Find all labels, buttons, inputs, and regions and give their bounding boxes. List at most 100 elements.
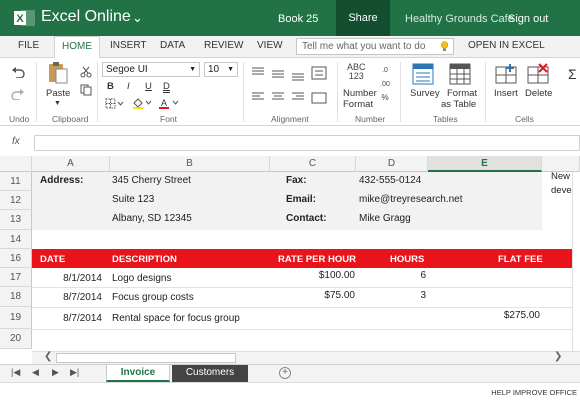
row-header-18[interactable]: 18 <box>0 287 32 307</box>
double-underline-button[interactable]: D <box>163 81 170 92</box>
format-as-table-icon[interactable] <box>449 63 471 85</box>
row-header-14[interactable]: 14 <box>0 230 32 249</box>
book-name[interactable]: Book 25 <box>278 13 318 25</box>
row-header-16[interactable]: 16 <box>0 249 32 268</box>
font-name-select[interactable]: Segoe UI ▼ <box>102 62 200 77</box>
number-format-label-1[interactable]: Number <box>343 88 377 99</box>
row-2-rate[interactable]: $75.00 <box>280 290 355 301</box>
chevron-down-icon[interactable]: ▼ <box>54 100 61 107</box>
fx-icon[interactable]: fx <box>12 136 20 147</box>
column-header-a[interactable]: A <box>32 156 110 172</box>
row-1-hours[interactable]: 6 <box>390 270 426 281</box>
autosum-icon[interactable]: Σ <box>568 66 577 82</box>
number-format-icon[interactable]: ABC 123 <box>347 63 366 81</box>
survey-icon[interactable] <box>412 63 434 85</box>
row-header-19[interactable]: 19 <box>0 307 32 329</box>
address-line-1[interactable]: 345 Cherry Street <box>112 175 191 186</box>
tell-me-search[interactable]: Tell me what you want to do <box>296 38 454 55</box>
tab-review[interactable]: REVIEW <box>204 40 243 51</box>
contact-value[interactable]: Mike Gragg <box>359 213 411 224</box>
paste-label[interactable]: Paste <box>46 88 70 99</box>
row-2-hours[interactable]: 3 <box>390 290 426 301</box>
insert-cells-label[interactable]: Insert <box>494 88 518 99</box>
redo-icon[interactable] <box>11 88 25 100</box>
column-header-f[interactable] <box>542 156 580 172</box>
font-size-select[interactable]: 10 ▼ <box>204 62 238 77</box>
format-table-label-1[interactable]: Format <box>447 88 477 99</box>
insert-cells-icon[interactable] <box>495 63 517 85</box>
add-sheet-icon[interactable]: + <box>279 367 291 379</box>
column-header-d[interactable]: D <box>356 156 428 172</box>
sign-out-link[interactable]: Sign out <box>508 13 548 25</box>
alignment-icons[interactable] <box>250 63 330 111</box>
row-header-11[interactable]: 11 <box>0 172 32 191</box>
row-3-flat-fee[interactable]: $275.00 <box>460 310 540 321</box>
email-value[interactable]: mike@treyresearch.net <box>359 194 463 205</box>
bold-button[interactable]: B <box>107 81 114 92</box>
row-2-description[interactable]: Focus group costs <box>112 292 194 303</box>
row-1-date[interactable]: 8/1/2014 <box>40 273 102 284</box>
row-3-description[interactable]: Rental space for focus group <box>112 313 240 324</box>
horizontal-scrollbar[interactable]: ❮ ❯ <box>32 351 580 364</box>
scroll-right-icon[interactable]: ❯ <box>554 351 562 362</box>
font-color-icon[interactable]: A <box>158 97 180 109</box>
number-format-label-2[interactable]: Format <box>343 99 373 110</box>
select-all-corner[interactable] <box>0 156 32 172</box>
underline-button[interactable]: U <box>145 81 152 92</box>
scroll-left-icon[interactable]: ❮ <box>44 351 52 362</box>
tab-data[interactable]: DATA <box>160 40 185 51</box>
fax-value[interactable]: 432-555-0124 <box>359 175 421 186</box>
row-1-description[interactable]: Logo designs <box>112 273 172 284</box>
address-line-3[interactable]: Albany, SD 12345 <box>112 213 192 224</box>
column-header-c[interactable]: C <box>270 156 356 172</box>
row-header-12[interactable]: 12 <box>0 191 32 210</box>
sheet-tab-invoice[interactable]: Invoice <box>106 365 170 382</box>
fill-color-icon[interactable] <box>131 97 153 109</box>
cut-icon[interactable] <box>80 66 92 78</box>
header-flat-fee[interactable]: FLAT FEE <box>498 254 543 265</box>
column-header-e[interactable]: E <box>428 156 542 172</box>
app-name[interactable]: Excel Online <box>41 8 131 26</box>
row-2-date[interactable]: 8/7/2014 <box>40 292 102 303</box>
row-header-17[interactable]: 17 <box>0 268 32 287</box>
survey-label[interactable]: Survey <box>410 88 440 99</box>
help-improve-office-link[interactable]: HELP IMPROVE OFFICE <box>491 388 577 397</box>
italic-button[interactable]: I <box>127 81 130 92</box>
overflow-text-line-2[interactable]: deve <box>551 185 572 196</box>
excel-logo-icon[interactable]: X <box>14 9 36 27</box>
row-1-rate[interactable]: $100.00 <box>280 270 355 281</box>
row-header-20[interactable]: 20 <box>0 329 32 349</box>
header-description[interactable]: DESCRIPTION <box>112 254 177 265</box>
header-rate[interactable]: RATE PER HOUR <box>278 254 356 265</box>
row-3-date[interactable]: 8/7/2014 <box>40 313 102 324</box>
header-hours[interactable]: HOURS <box>390 254 424 265</box>
open-in-excel-button[interactable]: OPEN IN EXCEL <box>468 40 545 51</box>
formula-input[interactable] <box>34 135 580 151</box>
borders-icon[interactable] <box>105 98 125 109</box>
vertical-scrollbar[interactable] <box>572 172 580 352</box>
number-decimal-icons[interactable]: .0 .00 % <box>377 63 393 109</box>
tab-insert[interactable]: INSERT <box>110 40 147 51</box>
address-line-2[interactable]: Suite 123 <box>112 194 154 205</box>
chevron-down-icon[interactable]: ⌄ <box>132 10 143 26</box>
delete-cells-icon[interactable] <box>527 63 549 85</box>
column-header-b[interactable]: B <box>110 156 270 172</box>
undo-icon[interactable] <box>11 66 25 78</box>
format-table-label-2[interactable]: as Table <box>441 99 476 110</box>
overflow-text-line-1[interactable]: New <box>551 171 570 182</box>
tab-home[interactable]: HOME <box>54 36 100 59</box>
sheet-tab-customers[interactable]: Customers <box>172 365 248 382</box>
horizontal-scroll-thumb[interactable] <box>56 353 236 363</box>
delete-cells-label[interactable]: Delete <box>525 88 552 99</box>
tab-file[interactable]: FILE <box>18 40 39 51</box>
last-sheet-icon[interactable]: ▶| <box>70 367 79 378</box>
next-sheet-icon[interactable]: ▶ <box>52 367 59 378</box>
previous-sheet-icon[interactable]: ◀ <box>32 367 39 378</box>
paste-icon[interactable] <box>47 61 69 85</box>
share-button[interactable]: Share <box>336 0 390 36</box>
first-sheet-icon[interactable]: |◀ <box>11 367 20 378</box>
copy-icon[interactable] <box>80 84 92 96</box>
row-header-13[interactable]: 13 <box>0 210 32 230</box>
tab-view[interactable]: VIEW <box>257 40 283 51</box>
header-date[interactable]: DATE <box>40 254 65 265</box>
